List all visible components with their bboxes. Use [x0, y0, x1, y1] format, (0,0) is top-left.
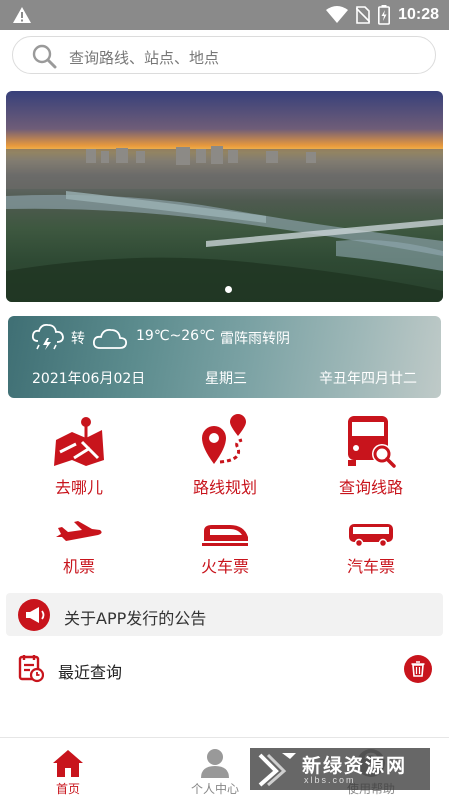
menu-train-ticket[interactable]: 火车票 [170, 521, 280, 577]
weather-description: 雷阵雨转阴 [220, 331, 290, 347]
lunar-date-text: 辛丑年四月廿二 [319, 371, 417, 387]
watermark-logo [258, 753, 296, 787]
recent-queries-title: 最近查询 [58, 663, 123, 682]
map-pin-icon [54, 417, 104, 466]
menu-where-to-go[interactable]: 去哪儿 [24, 414, 134, 498]
trash-icon [411, 661, 425, 677]
airplane-icon [56, 521, 102, 541]
status-bar: 10:28 [0, 0, 449, 30]
tab-home[interactable]: 首页 [23, 748, 113, 797]
menu-air-ticket[interactable]: 机票 [24, 521, 134, 577]
coach-icon [349, 524, 393, 547]
menu-label: 火车票 [200, 557, 249, 576]
watermark-subtext: xlbs.com [304, 775, 356, 785]
bus-search-icon [348, 416, 396, 468]
clock: 10:28 [398, 6, 439, 23]
cloudy-icon [92, 328, 128, 349]
tab-profile[interactable]: 个人中心 [170, 748, 260, 797]
recent-queries-header: 最近查询 [0, 651, 449, 691]
menu-label: 路线规划 [192, 478, 257, 497]
watermark-text: 新绿资源网 [302, 755, 408, 777]
menu-label: 去哪儿 [54, 478, 103, 497]
home-icon [53, 750, 83, 777]
weather-card: 转 19℃~26℃ 雷阵雨转阴 2021年06月02日 星期三 辛丑年四月廿二 [8, 316, 441, 398]
weather-connector: 转 [71, 331, 85, 347]
city-photo [6, 146, 443, 302]
battery-charging-icon [378, 5, 391, 25]
megaphone-icon [18, 599, 50, 631]
history-icon [18, 655, 44, 683]
search-icon [32, 44, 57, 69]
clear-history-button[interactable] [404, 655, 432, 683]
menu-route-planning[interactable]: 路线规划 [170, 414, 280, 498]
search-bar[interactable]: 查询路线、站点、地点 [12, 36, 436, 74]
banner-carousel[interactable] [6, 91, 443, 302]
menu-bus-ticket[interactable]: 汽车票 [316, 521, 426, 577]
tab-label: 首页 [55, 782, 80, 796]
person-icon [201, 749, 229, 778]
menu-label: 机票 [62, 557, 95, 576]
temperature: 19℃~26℃ [136, 328, 215, 344]
carousel-indicator[interactable] [225, 286, 232, 293]
announcement-bar[interactable]: 关于APP发行的公告 [6, 593, 443, 636]
wifi-icon [326, 6, 349, 23]
watermark: 新绿资源网 xlbs.com [250, 748, 430, 790]
train-icon [202, 525, 248, 546]
route-icon [202, 414, 246, 464]
tab-label: 个人中心 [190, 782, 239, 796]
menu-label: 汽车票 [346, 557, 395, 576]
search-placeholder[interactable]: 查询路线、站点、地点 [69, 47, 219, 68]
announcement-text[interactable]: 关于APP发行的公告 [64, 605, 206, 629]
warning-icon [13, 7, 31, 23]
no-sim-icon [356, 6, 371, 24]
menu-query-line[interactable]: 查询线路 [316, 414, 426, 498]
date-text: 2021年06月02日 [32, 371, 146, 387]
thunder-shower-icon [31, 323, 64, 350]
weekday-text: 星期三 [205, 371, 247, 387]
menu-label: 查询线路 [338, 478, 403, 497]
